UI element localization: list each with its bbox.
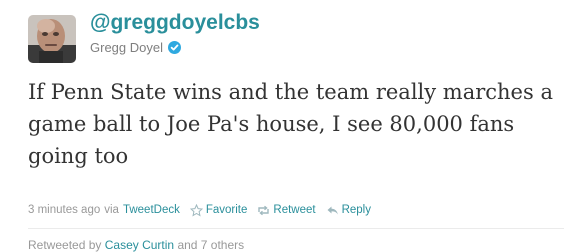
- favorite-button[interactable]: Favorite: [189, 203, 248, 217]
- via-label: via: [104, 204, 119, 216]
- reply-button[interactable]: Reply: [326, 204, 371, 217]
- display-name-row: Gregg Doyel: [90, 38, 181, 56]
- source-link[interactable]: TweetDeck: [123, 204, 180, 216]
- avatar-image: [28, 15, 76, 63]
- tweet-meta-row: 3 minutes ago via TweetDeck Favorite Ret…: [28, 201, 371, 219]
- user-handle-link[interactable]: @greggdoyelcbs: [90, 11, 260, 35]
- retweeted-by-label: Retweeted by: [28, 238, 102, 252]
- tweet-card: @greggdoyelcbs Gregg Doyel If Penn State…: [0, 0, 570, 252]
- favorite-label: Favorite: [205, 204, 248, 216]
- reply-arrow-icon: [326, 204, 339, 217]
- timestamp-link[interactable]: 3 minutes ago: [28, 204, 100, 216]
- avatar[interactable]: [28, 15, 76, 63]
- divider: [28, 228, 564, 229]
- verified-badge-icon: [167, 40, 181, 54]
- reply-label: Reply: [341, 204, 371, 216]
- retweeted-by-suffix: and 7 others: [177, 238, 245, 252]
- retweet-button[interactable]: Retweet: [257, 204, 316, 217]
- star-icon: [189, 203, 203, 217]
- retweeter-link[interactable]: Casey Curtin: [105, 238, 174, 252]
- retweet-arrows-icon: [257, 204, 270, 217]
- display-name: Gregg Doyel: [90, 39, 163, 55]
- retweet-label: Retweet: [273, 204, 316, 216]
- retweeted-by-row: Retweeted by Casey Curtin and 7 others: [28, 238, 244, 252]
- tweet-text: If Penn State wins and the team really m…: [28, 80, 553, 168]
